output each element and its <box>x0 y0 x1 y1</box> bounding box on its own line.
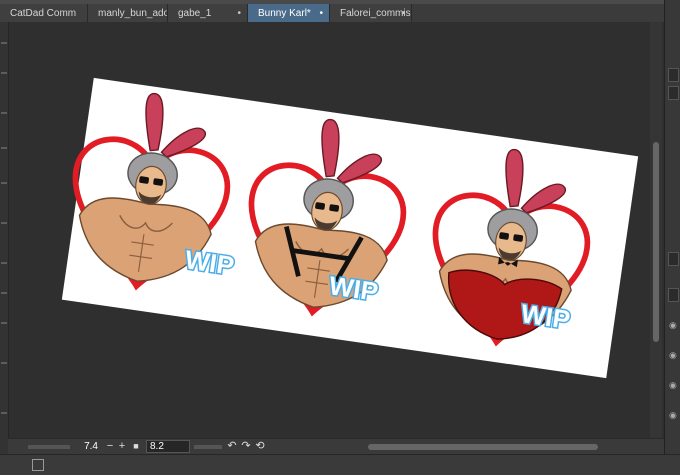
zoom-value[interactable]: 7.4 <box>74 441 98 452</box>
reset-rotation-button[interactable]: ⟲ <box>254 440 266 452</box>
panel-button[interactable] <box>668 252 679 266</box>
panel-button[interactable] <box>668 288 679 302</box>
vertical-scrollbar[interactable] <box>650 22 662 440</box>
zoom-in-button[interactable]: + <box>116 440 128 452</box>
canvas-area[interactable]: WIP WIP WIP <box>0 0 650 438</box>
panel-button[interactable] <box>668 68 679 82</box>
rotation-slider[interactable] <box>194 445 222 449</box>
rotation-field[interactable]: 8.2 <box>146 440 190 453</box>
bottom-status-bar <box>0 454 680 475</box>
zoom-out-button[interactable]: − <box>104 440 116 452</box>
vertical-scroll-thumb[interactable] <box>653 142 659 342</box>
fit-icon[interactable]: ■ <box>130 440 142 452</box>
layer-visibility-icon[interactable]: ◉ <box>669 410 677 421</box>
rotate-right-button[interactable]: ↷ <box>240 440 252 452</box>
horizontal-scroll-thumb[interactable] <box>368 444 598 450</box>
zoom-slider[interactable] <box>28 445 70 449</box>
panel-button[interactable] <box>668 86 679 100</box>
layer-visibility-icon[interactable]: ◉ <box>669 380 677 391</box>
panel-toggle-icon[interactable] <box>32 459 44 471</box>
navigator-bar: 7.4 − + ■ 8.2 ↶ ↷ ⟲ <box>8 438 664 455</box>
rotate-left-button[interactable]: ↶ <box>226 440 238 452</box>
right-layer-panel: ◉ ◉ ◉ ◉ <box>664 0 680 474</box>
layer-visibility-icon[interactable]: ◉ <box>669 320 677 331</box>
layer-visibility-icon[interactable]: ◉ <box>669 350 677 361</box>
